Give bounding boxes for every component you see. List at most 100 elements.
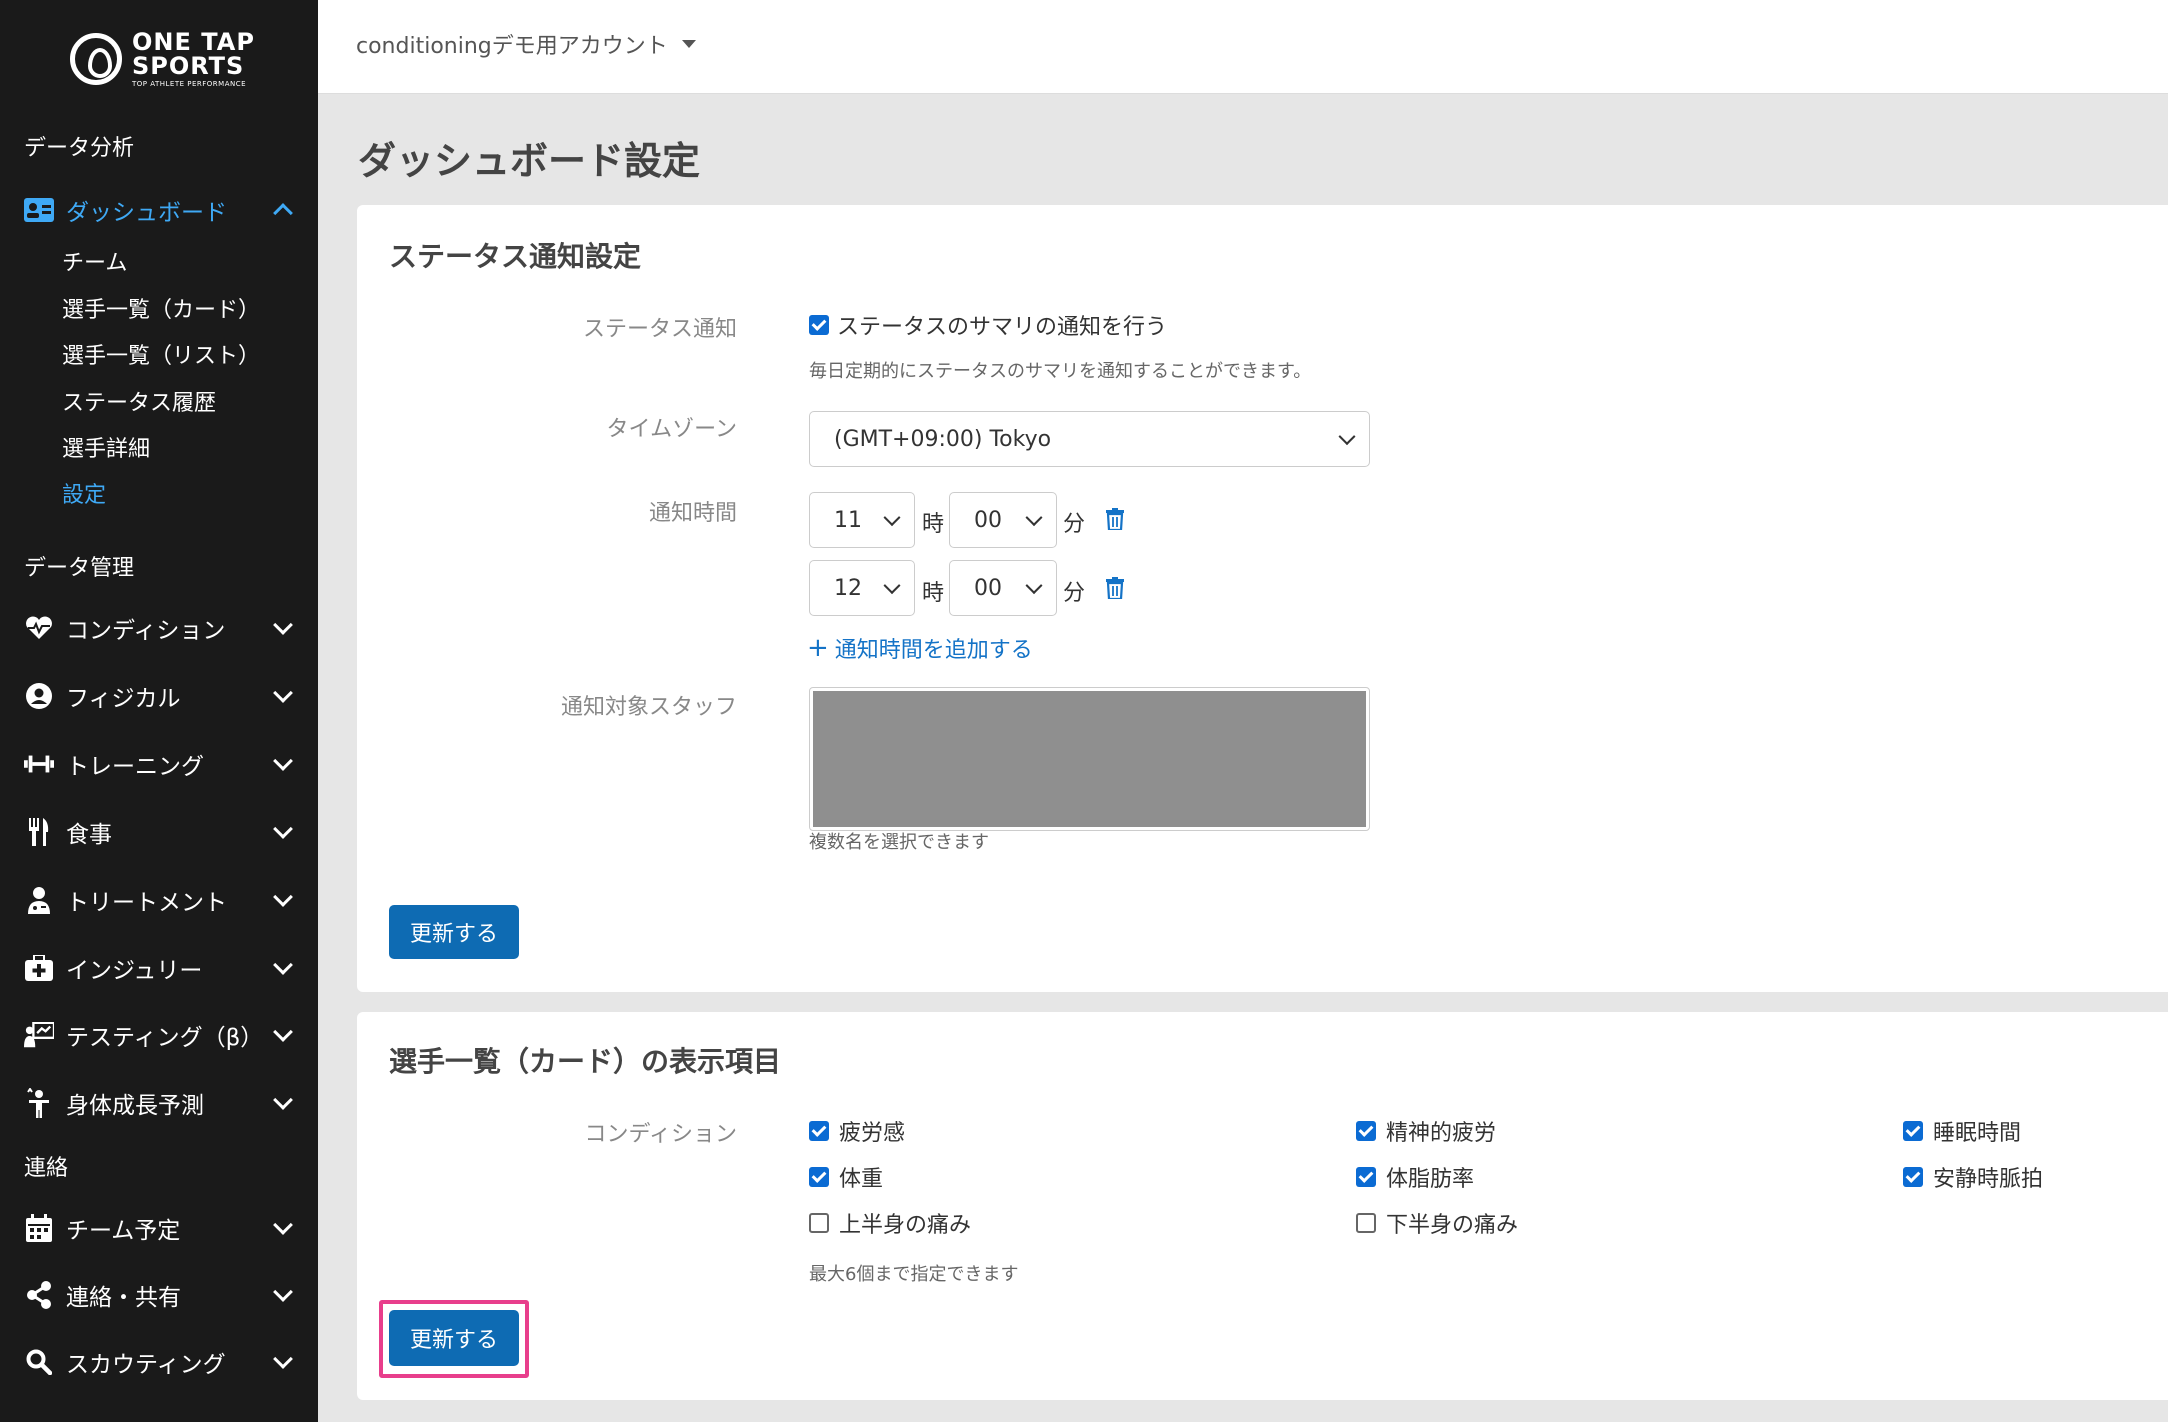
trash-icon[interactable] xyxy=(1106,508,1124,530)
notify-staff-multiselect[interactable] xyxy=(809,687,1370,831)
child-growth-icon xyxy=(24,1088,54,1118)
share-icon xyxy=(24,1280,54,1310)
option-fatigue[interactable]: 疲労感 xyxy=(809,1115,905,1147)
chevron-up-icon xyxy=(273,203,293,223)
chevron-down-icon xyxy=(1025,577,1043,595)
option-mental-fatigue[interactable]: 精神的疲労 xyxy=(1356,1115,1496,1147)
chevron-down-icon xyxy=(273,751,293,771)
checkbox[interactable] xyxy=(809,1213,829,1233)
nav-training[interactable]: トレーニング xyxy=(24,744,298,784)
option-lower-body-pain[interactable]: 下半身の痛み xyxy=(1356,1207,1518,1239)
sidebar-item-player-list[interactable]: 選手一覧（リスト） xyxy=(62,338,260,370)
checkbox[interactable] xyxy=(809,315,829,335)
status-notification-card: ステータス通知設定 ステータス通知 ステータスのサマリの通知を行う 毎日定期的に… xyxy=(357,205,2168,992)
sidebar-item-player-detail[interactable]: 選手詳細 xyxy=(62,431,150,463)
checkbox[interactable] xyxy=(1356,1121,1376,1141)
update-button[interactable]: 更新する xyxy=(389,905,519,959)
option-upper-body-pain[interactable]: 上半身の痛み xyxy=(809,1207,971,1239)
status-notify-label: ステータス通知 xyxy=(582,317,737,342)
nav-injury[interactable]: インジュリー xyxy=(24,948,298,988)
doctor-icon xyxy=(24,885,54,915)
one-tap-sports-logo[interactable]: ONE TAP SPORTS TOP ATHLETE PERFORMANCE xyxy=(70,30,255,88)
topbar: conditioningデモ用アカウント xyxy=(318,0,2168,94)
account-switcher[interactable]: conditioningデモ用アカウント xyxy=(356,28,696,60)
utensils-icon xyxy=(24,817,54,847)
hour-unit: 時 xyxy=(922,581,945,606)
hour-select-1[interactable]: 11 xyxy=(809,492,915,548)
sidebar-item-status-history[interactable]: ステータス履歴 xyxy=(62,385,216,417)
option-label: 下半身の痛み xyxy=(1386,1213,1519,1238)
nav-growth-prediction[interactable]: 身体成長予測 xyxy=(24,1083,298,1123)
option-resting-pulse[interactable]: 安静時脈拍 xyxy=(1903,1161,2043,1193)
minute-select-1[interactable]: 00 xyxy=(949,492,1057,548)
option-label: 睡眠時間 xyxy=(1933,1121,2022,1146)
section-contact: 連絡 xyxy=(24,1156,69,1181)
status-notify-help: 毎日定期的にステータスのサマリを通知することができます。 xyxy=(809,361,1312,382)
minute-value: 00 xyxy=(974,507,1002,533)
nav-injury-label: インジュリー xyxy=(66,958,203,984)
add-notify-time-link[interactable]: + 通知時間を追加する xyxy=(807,632,1033,664)
logo-tagline: TOP ATHLETE PERFORMANCE xyxy=(132,80,247,88)
logo-line2: SPORTS xyxy=(132,52,245,80)
option-body-weight[interactable]: 体重 xyxy=(809,1161,883,1193)
option-label: 体脂肪率 xyxy=(1386,1167,1475,1192)
user-circle-icon xyxy=(24,681,54,711)
notify-staff-help: 複数名を選択できます xyxy=(809,832,989,853)
hour-select-2[interactable]: 12 xyxy=(809,560,915,616)
max-selection-help: 最大6個まで指定できます xyxy=(809,1264,1019,1285)
update-button[interactable]: 更新する xyxy=(389,1310,519,1366)
dumbbell-icon xyxy=(24,749,54,779)
timezone-label: タイムゾーン xyxy=(606,417,737,442)
minute-value: 00 xyxy=(974,575,1002,601)
chevron-down-icon xyxy=(1025,509,1043,527)
logo-line1: ONE TAP xyxy=(132,28,255,56)
chevron-down-icon xyxy=(273,1090,293,1110)
minute-unit: 分 xyxy=(1063,581,1086,606)
checkbox[interactable] xyxy=(809,1121,829,1141)
card-title: ステータス通知設定 xyxy=(389,240,642,273)
nav-treatment[interactable]: トリートメント xyxy=(24,880,298,920)
account-name: conditioningデモ用アカウント xyxy=(356,34,668,59)
nav-growth-prediction-label: 身体成長予測 xyxy=(66,1093,204,1119)
checkbox[interactable] xyxy=(1356,1213,1376,1233)
checkbox[interactable] xyxy=(809,1167,829,1187)
nav-physical[interactable]: フィジカル xyxy=(24,676,298,716)
section-data-management: データ管理 xyxy=(24,556,135,581)
option-label: 精神的疲労 xyxy=(1386,1121,1497,1146)
sidebar-item-team[interactable]: チーム xyxy=(62,245,127,277)
id-card-icon xyxy=(24,195,54,225)
hour-value: 12 xyxy=(834,575,862,601)
nav-testing[interactable]: テスティング（β） xyxy=(24,1015,298,1055)
logo-icon xyxy=(70,33,122,85)
nav-training-label: トレーニング xyxy=(66,754,204,780)
nav-contact-share-label: 連絡・共有 xyxy=(66,1285,181,1311)
minute-unit: 分 xyxy=(1063,512,1086,537)
checkbox[interactable] xyxy=(1356,1167,1376,1187)
checkbox[interactable] xyxy=(1903,1121,1923,1141)
nav-scouting[interactable]: スカウティング xyxy=(24,1342,298,1382)
player-card-display-card: 選手一覧（カード）の表示項目 コンディション 疲労感 精神的疲労 睡眠時間 体重… xyxy=(357,1012,2168,1400)
minute-select-2[interactable]: 00 xyxy=(949,560,1057,616)
option-label: 疲労感 xyxy=(839,1121,906,1146)
timezone-value: (GMT+09:00) Tokyo xyxy=(834,426,1052,452)
chevron-down-icon xyxy=(883,509,901,527)
condition-label: コンディション xyxy=(584,1122,737,1147)
section-data-analysis: データ分析 xyxy=(24,136,135,161)
option-sleep-time[interactable]: 睡眠時間 xyxy=(1903,1115,2021,1147)
checkbox[interactable] xyxy=(1903,1167,1923,1187)
sidebar-item-player-cards[interactable]: 選手一覧（カード） xyxy=(62,292,260,324)
chevron-down-icon xyxy=(273,1282,293,1302)
option-body-fat[interactable]: 体脂肪率 xyxy=(1356,1161,1474,1193)
nav-dashboard-label: ダッシュボード xyxy=(66,200,227,226)
nav-team-schedule-label: チーム予定 xyxy=(66,1218,181,1244)
nav-dashboard[interactable]: ダッシュボード xyxy=(24,190,298,230)
timezone-select[interactable]: (GMT+09:00) Tokyo xyxy=(809,411,1370,467)
nav-meal[interactable]: 食事 xyxy=(24,812,298,852)
card-title: 選手一覧（カード）の表示項目 xyxy=(389,1045,782,1078)
status-notify-option[interactable]: ステータスのサマリの通知を行う xyxy=(809,309,1167,341)
sidebar-item-settings[interactable]: 設定 xyxy=(62,477,106,509)
nav-contact-share[interactable]: 連絡・共有 xyxy=(24,1275,298,1315)
trash-icon[interactable] xyxy=(1106,577,1124,599)
nav-condition[interactable]: コンディション xyxy=(24,608,298,648)
nav-team-schedule[interactable]: チーム予定 xyxy=(24,1208,298,1248)
